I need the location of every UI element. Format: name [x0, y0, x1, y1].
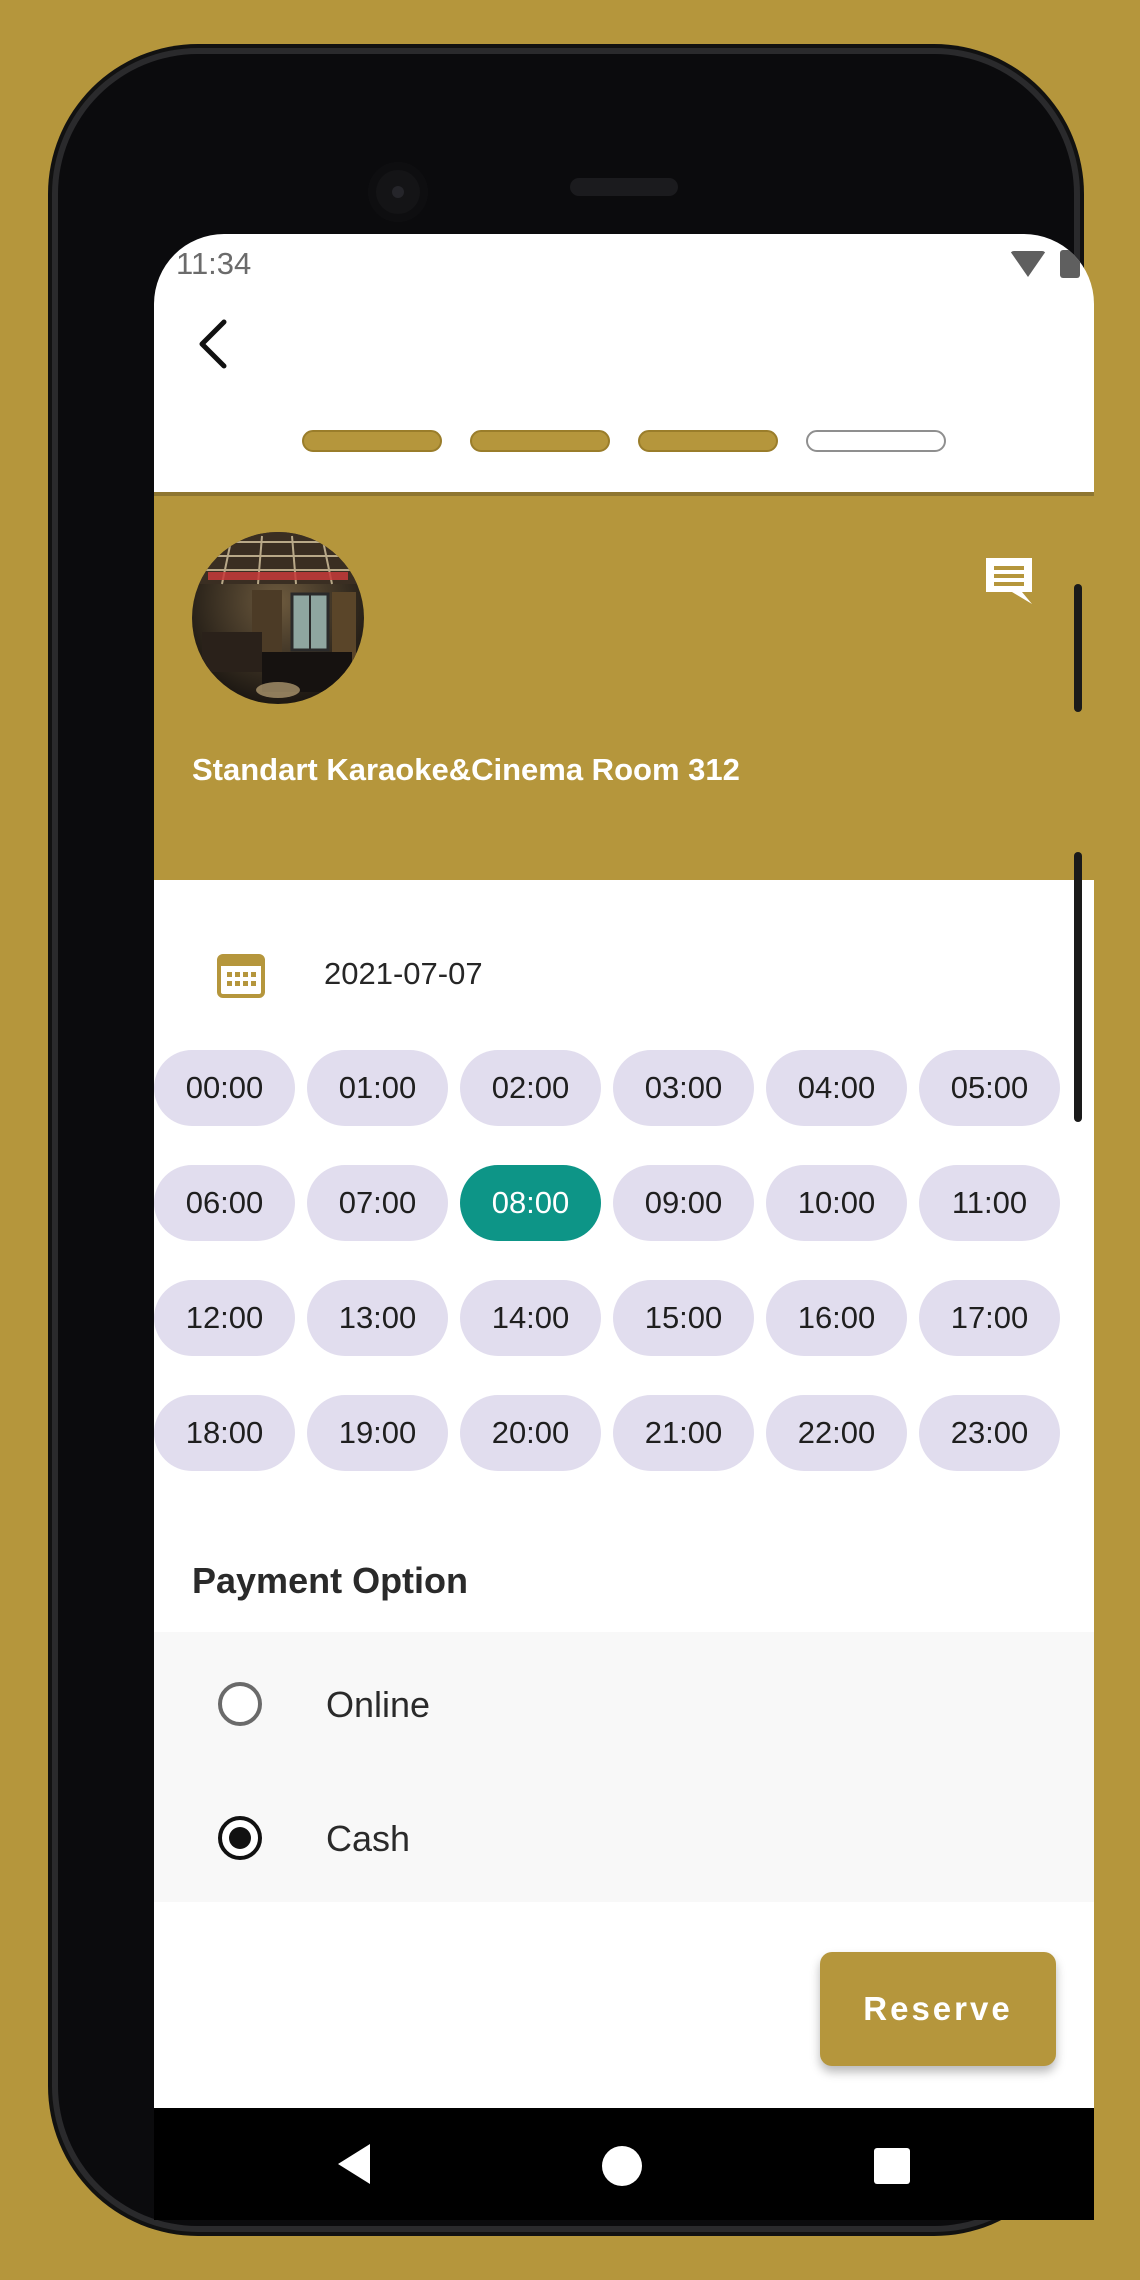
time-slot[interactable]: 10:00 [766, 1165, 907, 1241]
front-camera [368, 162, 428, 222]
room-photo [192, 532, 364, 704]
volume-rocker [1074, 852, 1082, 1122]
reserve-button[interactable]: Reserve [820, 1952, 1056, 2066]
nav-home-icon[interactable] [602, 2146, 642, 2186]
time-slot[interactable]: 11:00 [919, 1165, 1060, 1241]
chevron-left-icon [199, 319, 227, 369]
step-indicator-2 [470, 430, 610, 452]
time-slot[interactable]: 22:00 [766, 1395, 907, 1471]
time-slot[interactable]: 09:00 [613, 1165, 754, 1241]
step-indicator-4 [806, 430, 946, 452]
wifi-icon [1010, 251, 1046, 277]
time-slot[interactable]: 17:00 [919, 1280, 1060, 1356]
time-slot[interactable]: 21:00 [613, 1395, 754, 1471]
time-slot[interactable]: 23:00 [919, 1395, 1060, 1471]
cash-radio[interactable] [218, 1816, 262, 1860]
status-bar: 11:34 [154, 234, 1094, 290]
payment-option-label: Online [326, 1684, 431, 1725]
payment-option-cash[interactable]: Cash [154, 1778, 1094, 1898]
date-value: 2021-07-07 [324, 956, 483, 991]
step-indicator-1 [302, 430, 442, 452]
system-nav-bar [154, 2108, 1094, 2220]
time-slot[interactable]: 03:00 [613, 1050, 754, 1126]
back-button[interactable] [184, 316, 240, 372]
chat-button[interactable] [982, 554, 1036, 608]
time-slot[interactable]: 06:00 [154, 1165, 295, 1241]
progress-steps [302, 430, 946, 452]
room-title: Standart Karaoke&Cinema Room 312 [192, 752, 740, 787]
status-icons [1010, 250, 1080, 278]
battery-icon [1060, 250, 1080, 278]
time-slot[interactable]: 20:00 [460, 1395, 601, 1471]
payment-option-online[interactable]: Online [154, 1644, 1094, 1764]
time-slot[interactable]: 01:00 [307, 1050, 448, 1126]
step-indicator-3 [638, 430, 778, 452]
time-slot[interactable]: 05:00 [919, 1050, 1060, 1126]
time-slot[interactable]: 18:00 [154, 1395, 295, 1471]
time-slot[interactable]: 00:00 [154, 1050, 295, 1126]
time-slot[interactable]: 15:00 [613, 1280, 754, 1356]
time-slot[interactable]: 13:00 [307, 1280, 448, 1356]
nav-back-icon[interactable] [334, 2142, 374, 2186]
time-slot[interactable]: 19:00 [307, 1395, 448, 1471]
time-slot[interactable]: 08:00 [460, 1165, 601, 1241]
room-banner: Standart Karaoke&Cinema Room 312 [154, 496, 1094, 880]
date-picker-row[interactable]: 2021-07-07 [154, 936, 1094, 1016]
chat-icon [986, 558, 1032, 604]
payment-option-label: Cash [326, 1818, 411, 1859]
time-slot[interactable]: 14:00 [460, 1280, 601, 1356]
calendar-icon [217, 954, 265, 998]
time-slot[interactable]: 02:00 [460, 1050, 601, 1126]
power-button [1074, 584, 1082, 712]
status-time: 11:34 [176, 246, 252, 281]
earpiece-speaker [570, 178, 678, 196]
time-slot[interactable]: 12:00 [154, 1280, 295, 1356]
time-slot[interactable]: 04:00 [766, 1050, 907, 1126]
app-screen: 11:34 Standart Karaoke&Cinema Room 312 2… [154, 234, 1094, 2220]
time-slot[interactable]: 16:00 [766, 1280, 907, 1356]
time-slot[interactable]: 07:00 [307, 1165, 448, 1241]
nav-recents-icon[interactable] [874, 2148, 910, 2184]
payment-options: Online Cash [154, 1632, 1094, 1902]
phone-frame: 11:34 Standart Karaoke&Cinema Room 312 2… [58, 54, 1094, 2226]
online-radio[interactable] [218, 1682, 262, 1726]
payment-option-title: Payment Option [192, 1560, 469, 1601]
